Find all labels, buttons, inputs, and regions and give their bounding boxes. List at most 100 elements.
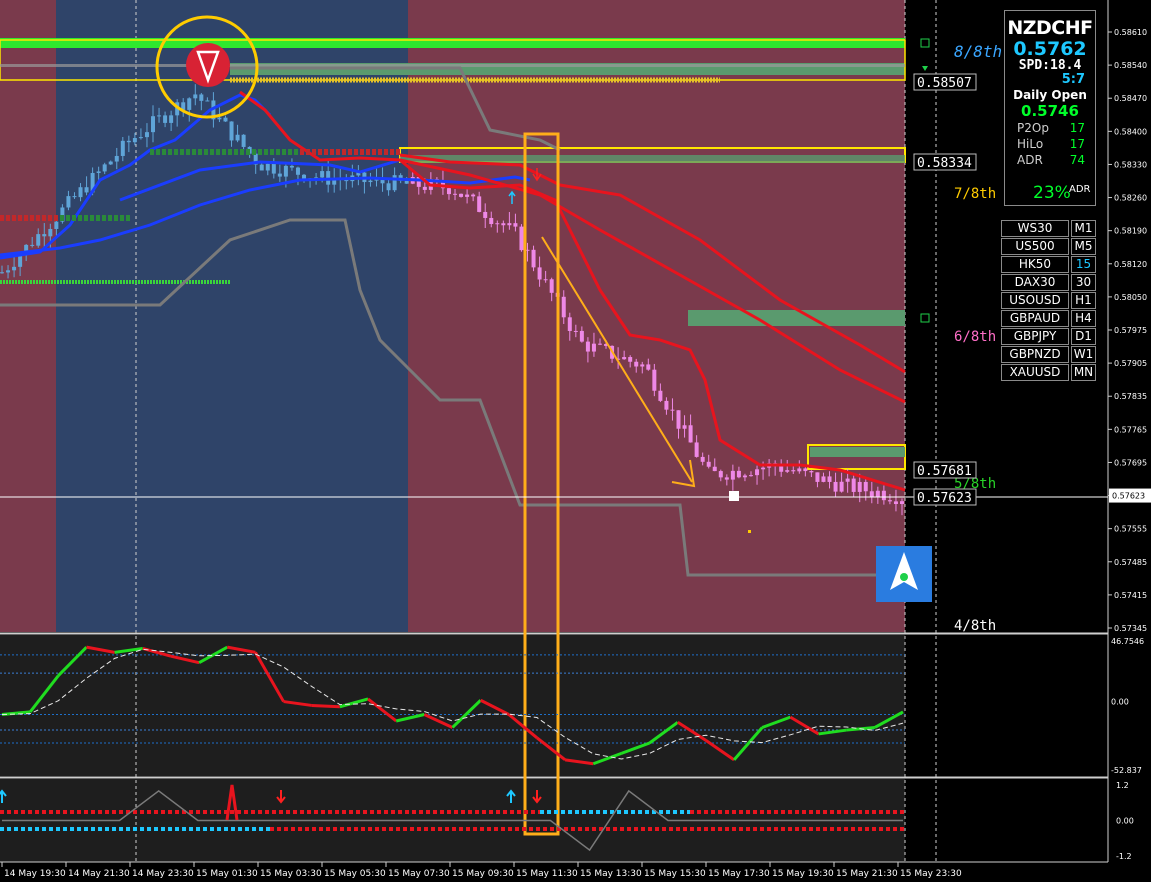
candle-body — [543, 279, 548, 281]
symbol-button[interactable]: XAUUSD — [1001, 364, 1069, 381]
candle-body — [217, 117, 222, 120]
symbol-button[interactable]: US500 — [1001, 238, 1069, 255]
candle-body — [0, 272, 4, 274]
candle-body — [706, 461, 711, 467]
y-tick-label: 0.58190 — [1114, 227, 1147, 236]
y-tick-label: 0.58540 — [1114, 61, 1147, 70]
candle-body — [138, 137, 143, 139]
candle-body — [483, 211, 488, 218]
x-tick-label: 14 May 21:30 — [68, 869, 130, 879]
timeframe-button[interactable]: D1 — [1071, 328, 1096, 345]
price-marker — [748, 530, 751, 533]
timeframe-button[interactable]: 30 — [1071, 274, 1096, 291]
candle-body — [120, 140, 125, 156]
candle-body — [283, 165, 288, 177]
symbol-label: NZDCHF — [1007, 17, 1093, 39]
candle-body — [688, 425, 693, 443]
stat-label: HiLo — [1017, 137, 1044, 151]
candle-body — [235, 134, 240, 141]
bid-price: 0.5762 — [1013, 38, 1087, 60]
symbol-row: USOUSD H1 — [1001, 292, 1096, 309]
candle-body — [664, 400, 669, 410]
candle-body — [724, 477, 729, 480]
candle-body — [102, 164, 107, 172]
candle-body — [471, 194, 476, 197]
price-marker — [729, 491, 739, 501]
oscillator-tick-label: -52.837 — [1111, 766, 1142, 775]
candle-body — [144, 132, 149, 138]
candle-body — [193, 94, 198, 99]
candle-body — [259, 164, 264, 171]
timeframe-button[interactable]: H1 — [1071, 292, 1096, 309]
candle-body — [755, 469, 760, 476]
y-tick-label: 0.57835 — [1114, 392, 1147, 401]
candle-body — [12, 266, 17, 271]
symbol-row: GBPNZD W1 — [1001, 346, 1096, 363]
candle-body — [199, 94, 204, 101]
candle-body — [453, 193, 458, 195]
candle-body — [628, 357, 633, 362]
candle-body — [579, 330, 584, 342]
candle-body — [887, 500, 892, 502]
y-tick-label: 0.57345 — [1114, 624, 1147, 633]
candle-body — [169, 115, 174, 123]
candle-body — [265, 163, 270, 171]
candle-body — [537, 267, 542, 280]
symbol-row: US500 M5 — [1001, 238, 1096, 255]
symbol-button[interactable]: HK50 — [1001, 256, 1069, 273]
y-tick-label: 0.58610 — [1114, 28, 1147, 37]
timeframe-button[interactable]: 15 — [1071, 256, 1096, 273]
candle-body — [36, 234, 41, 246]
candle-body — [682, 425, 687, 429]
y-tick-label: 0.58120 — [1114, 260, 1147, 269]
candle-body — [869, 491, 874, 497]
candle-body — [501, 223, 506, 226]
candle-body — [730, 470, 735, 480]
symbol-button[interactable]: USOUSD — [1001, 292, 1069, 309]
signal-tick-label: -1.2 — [1116, 852, 1132, 861]
symbol-button[interactable]: GBPNZD — [1001, 346, 1069, 363]
candle-body — [845, 478, 850, 482]
candle-body — [72, 196, 77, 198]
candle-body — [893, 501, 898, 505]
candle-body — [857, 481, 862, 492]
candle-body — [126, 140, 131, 143]
adr-percent: 23% — [1033, 183, 1071, 203]
x-tick-label: 15 May 15:30 — [644, 869, 706, 879]
murrey-label: 8/8th — [954, 42, 1002, 61]
candle-body — [839, 481, 844, 492]
candle-body — [549, 279, 554, 293]
murrey-label: 4/8th — [954, 618, 996, 634]
oscillator-tick-label: 0.00 — [1111, 698, 1129, 707]
x-tick-label: 15 May 19:30 — [772, 869, 834, 879]
symbol-button[interactable]: DAX30 — [1001, 274, 1069, 291]
candle-body — [718, 471, 723, 478]
timeframe-button[interactable]: M5 — [1071, 238, 1096, 255]
main-chart[interactable]: 8/8th7/8th6/8th5/8th4/8th0.585070.583340… — [0, 0, 1151, 882]
symbol-button[interactable]: GBPAUD — [1001, 310, 1069, 327]
y-tick-label: 0.57765 — [1114, 425, 1147, 434]
symbol-button[interactable]: GBPJPY — [1001, 328, 1069, 345]
x-tick-label: 15 May 17:30 — [708, 869, 770, 879]
x-tick-label: 14 May 23:30 — [132, 869, 194, 879]
stat-row: P2Op 17 — [1005, 120, 1095, 136]
price-tag-label: 0.58334 — [917, 156, 972, 171]
symbol-row: XAUUSD MN — [1001, 364, 1096, 381]
y-tick-label: 0.57975 — [1114, 326, 1147, 335]
y-tick-label: 0.58400 — [1114, 127, 1147, 136]
candle-body — [785, 470, 790, 472]
x-tick-label: 15 May 13:30 — [580, 869, 642, 879]
candle-timer: 5:7 — [1061, 72, 1085, 87]
candle-body — [320, 171, 325, 178]
session-zone — [56, 0, 408, 632]
candle-body — [821, 476, 826, 482]
candle-body — [18, 255, 23, 267]
symbol-button[interactable]: WS30 — [1001, 220, 1069, 237]
timeframe-button[interactable]: W1 — [1071, 346, 1096, 363]
timeframe-button[interactable]: M1 — [1071, 220, 1096, 237]
candle-body — [875, 490, 880, 497]
candle-body — [573, 330, 578, 332]
timeframe-button[interactable]: MN — [1071, 364, 1096, 381]
supply-zone — [688, 310, 905, 326]
timeframe-button[interactable]: H4 — [1071, 310, 1096, 327]
